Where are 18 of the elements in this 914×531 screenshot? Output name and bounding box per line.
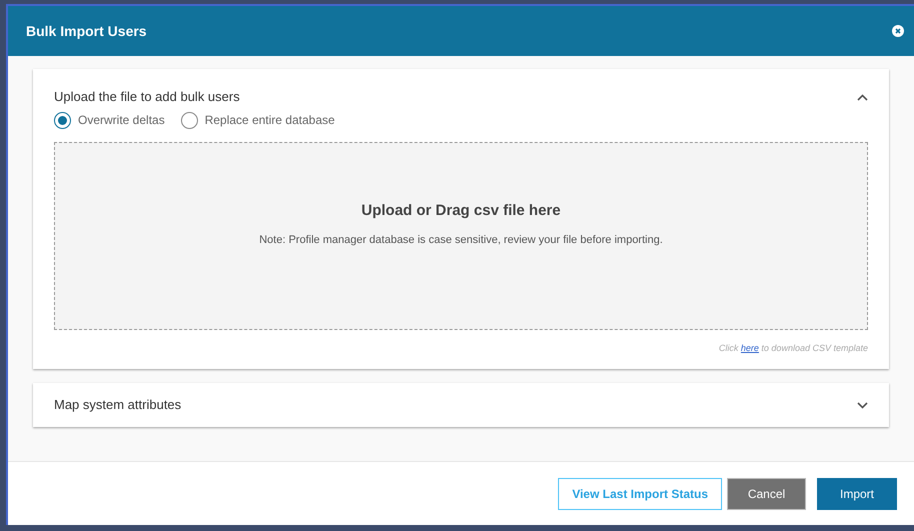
drop-zone[interactable]: Upload or Drag csv file here Note: Profile manager database is case sensitive, review your file before importing.: [54, 142, 868, 330]
close-icon[interactable]: [892, 25, 904, 37]
dialog-title: Bulk Import Users: [26, 22, 147, 41]
cancel-button[interactable]: Cancel: [727, 478, 806, 510]
radio-button[interactable]: [180, 112, 198, 128]
drop-zone-heading: Upload or Drag csv file here: [361, 200, 561, 220]
section-title[interactable]: Map system attributes: [54, 395, 182, 415]
chevron-up-icon[interactable]: [857, 94, 868, 100]
status-button[interactable]: View Last Import Status: [558, 478, 722, 510]
download-link[interactable]: here: [740, 343, 759, 353]
import-button[interactable]: Import: [817, 478, 897, 510]
radio-button[interactable]: [54, 112, 71, 128]
template-hint: Click here to download CSV template: [718, 342, 868, 355]
radio-label: Overwrite deltas: [78, 112, 165, 129]
drop-zone-note: Note: Profile manager database is case sensitive, review your file before importing.: [259, 233, 663, 248]
chevron-down-icon[interactable]: [857, 402, 868, 408]
section-title[interactable]: Upload the file to add bulk users: [54, 87, 240, 107]
radio-label: Replace entire database: [204, 112, 335, 129]
